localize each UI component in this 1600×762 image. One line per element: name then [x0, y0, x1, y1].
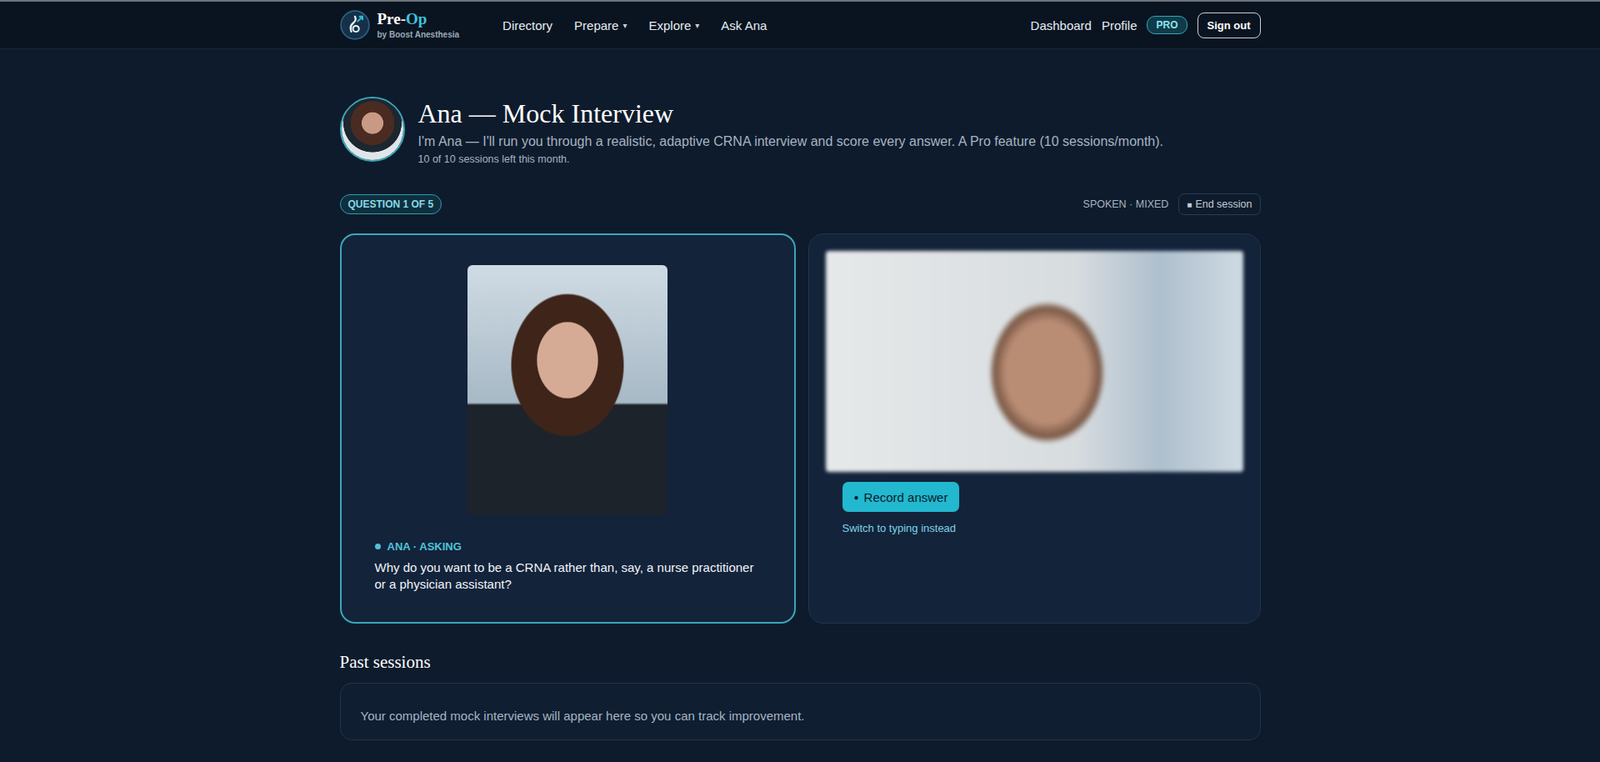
nav-link[interactable]: Prepare▾: [574, 18, 627, 33]
past-sessions-empty: Your completed mock interviews will appe…: [360, 708, 1240, 723]
interviewer-status: ANA · ASKING: [375, 540, 761, 553]
end-session-label: End session: [1195, 198, 1252, 210]
brand-prefix: Pre-: [377, 10, 406, 28]
nav-link[interactable]: Directory: [502, 18, 553, 33]
nav-link[interactable]: Dashboard: [1030, 18, 1092, 33]
end-session-button[interactable]: ■End session: [1178, 193, 1260, 215]
logo-icon: [340, 10, 370, 40]
header-text: Ana — Mock Interview I'm Ana — I'll run y…: [418, 96, 1165, 165]
page-title: Ana — Mock Interview: [418, 98, 1165, 130]
brand-suffix: Op: [405, 10, 427, 28]
status-label: ANA · ASKING: [387, 540, 462, 553]
answer-actions: ● Record answer Switch to typing instead: [825, 471, 1244, 535]
pro-badge: PRO: [1146, 15, 1187, 35]
camera-preview: [825, 250, 1244, 472]
nav-link-label: Explore: [648, 18, 691, 33]
question-text: Why do you want to be a CRNA rather than…: [375, 559, 761, 594]
page: Pre-Opby Boost AnesthesiaDirectoryPrepar…: [0, 0, 1600, 762]
record-icon: ●: [854, 492, 860, 502]
nav-right: Dashboard Profile PRO Sign out: [1030, 12, 1261, 39]
answer-card: ● Record answer Switch to typing instead: [808, 233, 1261, 624]
session-mode: SPOKEN · MIXED: [1083, 198, 1170, 210]
record-answer-button[interactable]: ● Record answer: [842, 481, 960, 512]
main: Ana — Mock Interview I'm Ana — I'll run y…: [340, 49, 1261, 740]
switch-to-typing-link[interactable]: Switch to typing instead: [842, 521, 957, 535]
caret-icon: ▾: [695, 20, 700, 30]
nav-link-label: Ask Ana: [720, 18, 767, 33]
sign-out-button[interactable]: Sign out: [1197, 12, 1261, 39]
brand-tagline: by Boost Anesthesia: [377, 30, 460, 40]
past-sessions-card: Your completed mock interviews will appe…: [340, 682, 1261, 740]
record-label: Record answer: [864, 490, 949, 505]
question-block: ANA · ASKING Why do you want to be a CRNA…: [375, 540, 761, 594]
nav-links: DirectoryPrepare▾Explore▾Ask Ana: [502, 18, 767, 33]
caret-icon: ▾: [622, 20, 627, 30]
interviewer-card: ANA · ASKING Why do you want to be a CRNA…: [340, 233, 796, 624]
stop-icon: ■: [1186, 200, 1192, 210]
subtitle: I'm Ana — I'll run you through a realist…: [418, 134, 1165, 150]
ana-avatar: [340, 96, 405, 162]
header: Ana — Mock Interview I'm Ana — I'll run y…: [340, 96, 1261, 165]
session-quota: 10 of 10 sessions left this month.: [418, 153, 1165, 165]
nav-link[interactable]: Explore ▾: [648, 18, 700, 33]
session-row: QUESTION 1 OF 5 SPOKEN · MIXED ■End sessio…: [340, 193, 1261, 215]
status-dot: [375, 543, 381, 550]
past-sessions-title: Past sessions: [340, 651, 1261, 673]
nav-link-label: Directory: [502, 18, 553, 33]
brand[interactable]: Pre-Opby Boost Anesthesia: [340, 10, 460, 40]
brand-name: Pre-Op: [377, 10, 460, 29]
brand-text: Pre-Opby Boost Anesthesia: [377, 10, 460, 40]
question-progress: QUESTION 1 OF 5: [340, 194, 443, 215]
nav-link-label: Prepare: [574, 18, 619, 33]
nav-inner: Pre-Opby Boost AnesthesiaDirectoryPrepar…: [340, 1, 1261, 49]
ana-photo: [467, 265, 668, 515]
nav-link[interactable]: Ask Ana: [720, 18, 767, 33]
interview-cards: ANA · ASKING Why do you want to be a CRNA…: [340, 233, 1261, 624]
avatar-photo: [341, 98, 404, 160]
top-nav: Pre-Opby Boost AnesthesiaDirectoryPrepar…: [0, 0, 1600, 50]
nav-link[interactable]: Profile: [1101, 18, 1138, 33]
session-controls: SPOKEN · MIXED ■End session: [1083, 193, 1261, 215]
